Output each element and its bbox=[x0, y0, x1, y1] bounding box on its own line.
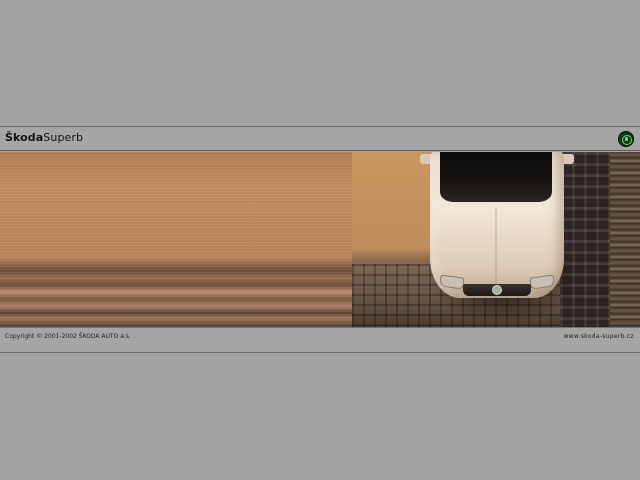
banner-stripes bbox=[0, 152, 352, 327]
footer-bar: Copyright © 2001-2002 ŠKODA AUTO a.s. ww… bbox=[0, 327, 640, 353]
copyright-text: Copyright © 2001-2002 ŠKODA AUTO a.s. bbox=[5, 333, 131, 340]
brand-title-model: Superb bbox=[43, 131, 84, 144]
car-hood-line bbox=[495, 207, 497, 289]
car-emblem-icon bbox=[492, 285, 502, 295]
brand-title-bold: Škoda bbox=[5, 131, 44, 144]
website-link[interactable]: www.skoda-superb.cz bbox=[563, 333, 634, 340]
car-windshield bbox=[440, 152, 552, 202]
skoda-logo-icon[interactable] bbox=[618, 131, 634, 147]
hero-banner-image bbox=[0, 152, 640, 327]
brand-title: ŠkodaSuperb bbox=[5, 131, 83, 144]
header-bar: ŠkodaSuperb bbox=[0, 126, 640, 151]
banner-right-stripes bbox=[610, 152, 640, 327]
